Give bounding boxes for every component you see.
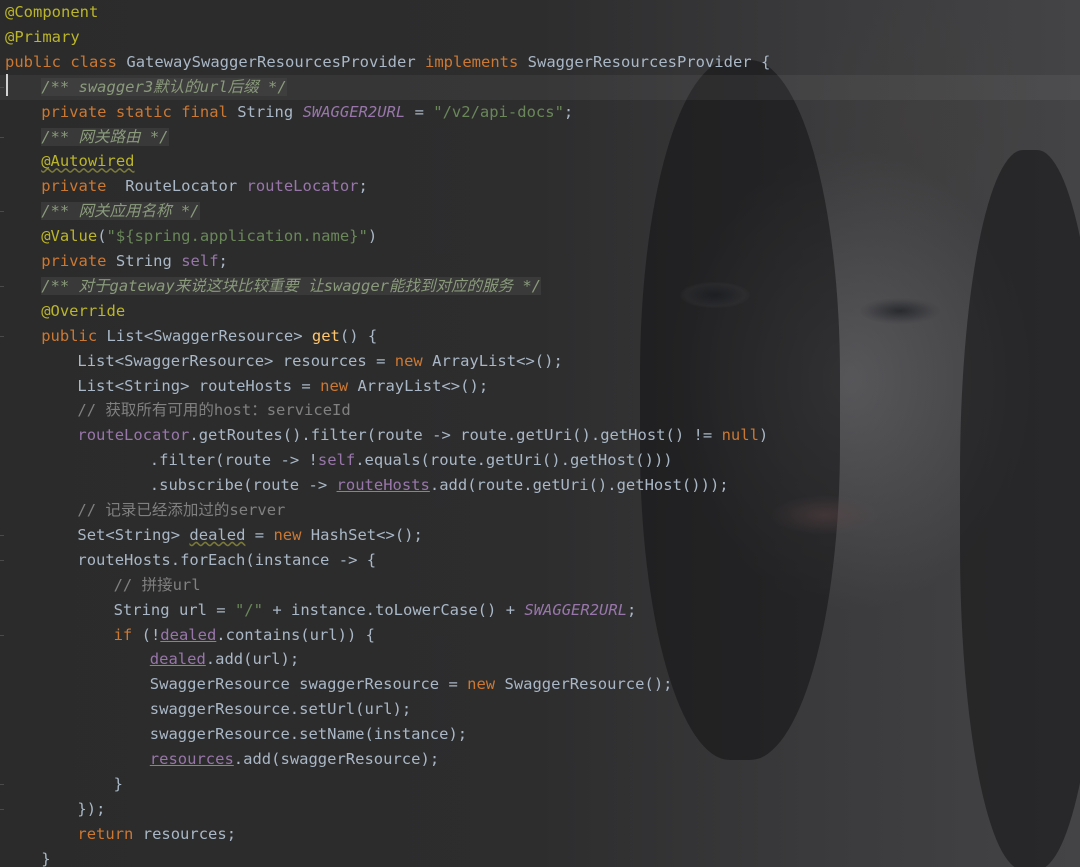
code-line[interactable]: String url = "/" + instance.toLowerCase(… [0,598,637,623]
code-line-text: List<SwaggerResource> resources = new Ar… [77,351,563,370]
gutter-fold-marker[interactable] [0,634,4,636]
code-line-text: // 记录已经添加过的server [77,501,286,519]
code-line[interactable]: .subscribe(route -> routeHosts.add(route… [0,473,729,498]
code-line[interactable]: private RouteLocator routeLocator; [0,174,368,199]
code-line[interactable]: /** swagger3默认的url后缀 */ [0,74,1080,100]
code-line-text: public class GatewaySwaggerResourcesProv… [5,52,771,71]
wallpaper-hair-right [960,150,1080,867]
code-line-text: } [113,774,123,793]
code-line-text: @Primary [5,27,80,46]
code-line-text: Set<String> dealed = new HashSet<>(); [77,525,423,544]
code-line[interactable]: swaggerResource.setName(instance); [0,722,467,747]
code-line-text: @Override [41,301,126,320]
code-line[interactable]: @Component [0,0,98,25]
code-line-text: // 拼接url [113,575,201,594]
code-line[interactable]: // 获取所有可用的host：serviceId [0,398,351,423]
gutter-fold-marker[interactable] [0,559,4,561]
gutter-fold-marker[interactable] [0,783,4,785]
gutter-fold-marker[interactable] [0,808,4,810]
code-line[interactable]: private static final String SWAGGER2URL … [0,100,573,125]
code-line[interactable]: if (!dealed.contains(url)) { [0,623,375,648]
code-line-text: @Component [5,3,99,21]
code-line-text: swaggerResource.setUrl(url); [149,700,412,719]
code-line-text: String url = "/" + instance.toLowerCase(… [113,600,637,619]
code-line[interactable]: List<SwaggerResource> resources = new Ar… [0,349,563,374]
code-line[interactable]: public class GatewaySwaggerResourcesProv… [0,50,770,75]
code-line-text: return resources; [77,824,237,843]
code-line[interactable]: routeHosts.forEach(instance -> { [0,548,376,573]
code-line[interactable]: private String self; [0,249,228,274]
code-line[interactable]: routeLocator.getRoutes().filter(route ->… [0,423,768,448]
code-line[interactable]: SwaggerResource swaggerResource = new Sw… [0,672,673,697]
code-line-text: .filter(route -> !self.equals(route.getU… [149,451,673,470]
code-line[interactable]: /** 对于gateway来说这块比较重要 让swagger能找到对应的服务 *… [0,274,541,299]
wallpaper-lips [770,495,880,535]
code-line-text: /** 对于gateway来说这块比较重要 让swagger能找到对应的服务 *… [41,276,541,295]
code-line[interactable]: resources.add(swaggerResource); [0,747,439,772]
gutter-fold-marker[interactable] [0,86,4,88]
code-line-text: } [41,849,51,867]
code-line[interactable]: .filter(route -> !self.equals(route.getU… [0,448,673,473]
code-line[interactable]: @Override [0,299,125,324]
code-line[interactable]: List<String> routeHosts = new ArrayList<… [0,374,488,399]
code-line-text: // 获取所有可用的host：serviceId [77,401,351,420]
code-line-text: /** 网关应用名称 */ [41,202,200,221]
code-line[interactable]: @Autowired [0,149,135,174]
code-line[interactable]: swaggerResource.setUrl(url); [0,697,411,722]
wallpaper-hair [640,60,840,760]
code-line-text: swaggerResource.setName(instance); [149,725,468,744]
code-line-text: }); [77,799,106,818]
code-line-text: .subscribe(route -> routeHosts.add(route… [149,476,729,495]
code-line-text: routeHosts.forEach(instance -> { [77,550,377,569]
code-line[interactable]: public List<SwaggerResource> get() { [0,324,377,349]
code-line-text: private static final String SWAGGER2URL … [41,102,574,121]
code-line[interactable]: // 拼接url [0,573,201,598]
code-line[interactable]: // 记录已经添加过的server [0,498,285,523]
code-line-text: @Value("${spring.application.name}") [41,227,378,246]
code-line-text: private RouteLocator routeLocator; [41,177,368,196]
code-line[interactable]: } [0,847,51,867]
code-line[interactable]: dealed.add(url); [0,647,299,672]
code-line[interactable]: @Primary [0,25,80,50]
code-line-text: /** swagger3默认的url后缀 */ [41,77,287,96]
code-line[interactable]: /** 网关应用名称 */ [0,199,200,224]
gutter-fold-marker[interactable] [0,285,4,287]
wallpaper-eye-left [680,282,750,308]
code-line-text: private String self; [41,252,228,270]
code-line[interactable]: }); [0,797,105,822]
code-line-text: @Autowired [41,152,135,171]
gutter-fold-marker[interactable] [0,534,4,536]
code-line-text: routeLocator.getRoutes().filter(route ->… [77,426,769,445]
code-line[interactable]: return resources; [0,822,236,847]
gutter-fold-marker[interactable] [0,335,4,337]
code-line-text: List<String> routeHosts = new ArrayList<… [77,376,489,395]
wallpaper-eye-right [860,298,940,324]
gutter-fold-marker[interactable] [0,136,4,138]
code-line-text: SwaggerResource swaggerResource = new Sw… [149,675,673,694]
code-line[interactable]: Set<String> dealed = new HashSet<>(); [0,523,423,548]
code-line[interactable]: @Value("${spring.application.name}") [0,224,377,249]
code-line-text: dealed.add(url); [149,650,300,669]
code-line[interactable]: /** 网关路由 */ [0,125,169,150]
code-line-text: if (!dealed.contains(url)) { [113,625,376,644]
gutter-fold-marker[interactable] [0,211,4,213]
code-line-text: public List<SwaggerResource> get() { [41,326,378,345]
code-line-text: /** 网关路由 */ [41,127,169,146]
code-line[interactable]: } [0,772,123,797]
code-editor[interactable]: @Component @Primary public class GatewaySw… [0,0,1080,867]
code-line-text: resources.add(swaggerResource); [149,750,440,768]
